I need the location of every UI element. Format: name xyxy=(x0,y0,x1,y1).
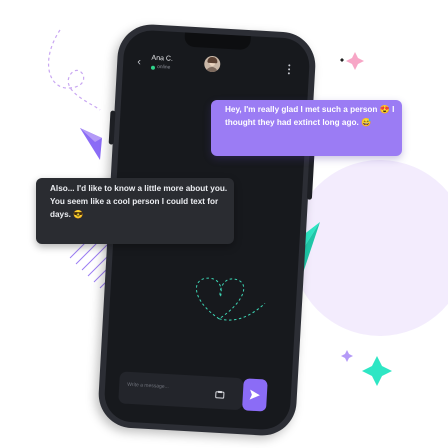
incoming-message-text: Also... I'd like to know a little more a… xyxy=(50,184,228,219)
incoming-message-bubble: Also... I'd like to know a little more a… xyxy=(36,178,234,244)
message-input[interactable] xyxy=(127,381,208,393)
outgoing-message-text: Hey, I'm really glad I met such a person… xyxy=(225,105,395,127)
dashed-heart-path xyxy=(47,29,101,111)
send-icon xyxy=(249,389,260,400)
attachment-icon[interactable] xyxy=(215,387,226,399)
dashed-heart-doodle xyxy=(195,277,266,321)
avatar[interactable] xyxy=(203,55,221,73)
online-status-dot xyxy=(150,65,156,70)
phone-notch xyxy=(184,32,251,51)
vertical-dots-icon[interactable] xyxy=(287,64,292,76)
send-button[interactable] xyxy=(241,378,268,412)
chevron-left-icon[interactable]: ‹ xyxy=(137,56,148,69)
message-composer xyxy=(118,371,268,412)
contact-name: Ana C. xyxy=(151,54,174,63)
chat-header: ‹ Ana C. online xyxy=(122,45,310,91)
contact-status: online xyxy=(156,63,171,71)
purple-paper-plane-icon xyxy=(80,128,102,160)
outgoing-message-bubble: Hey, I'm really glad I met such a person… xyxy=(211,100,402,156)
